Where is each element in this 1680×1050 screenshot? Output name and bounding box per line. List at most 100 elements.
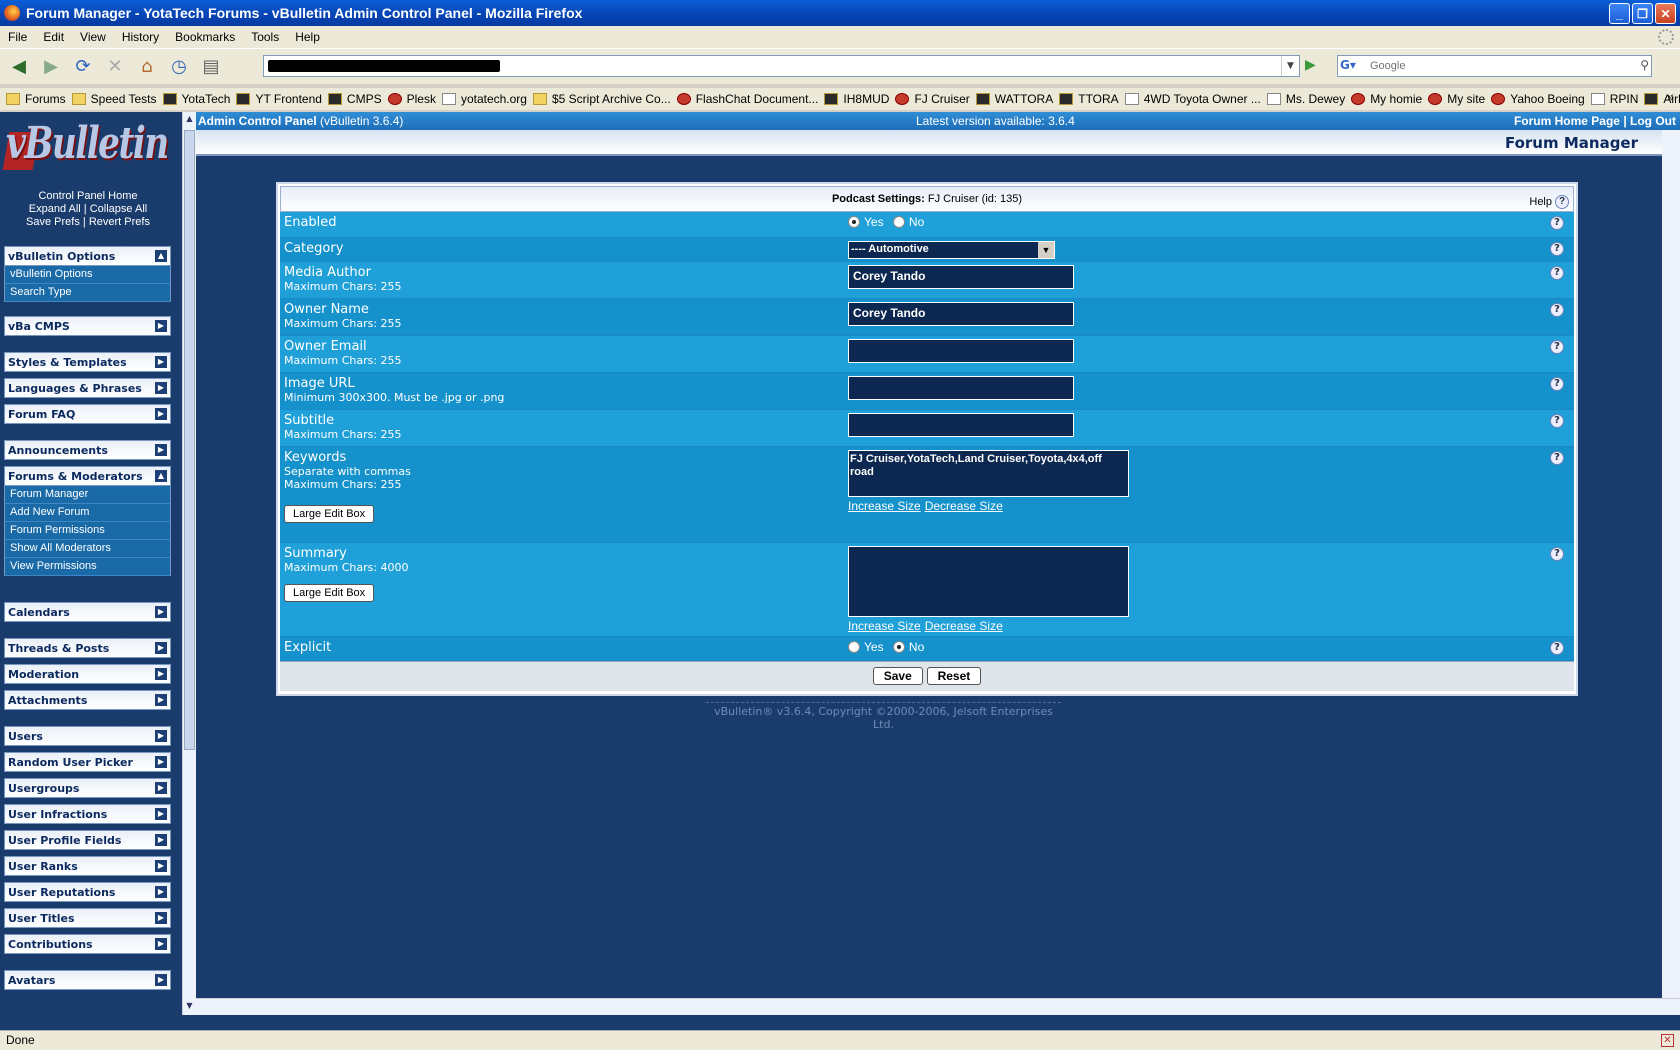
scroll-thumb[interactable]	[184, 130, 195, 750]
expand-icon[interactable]: ▶	[155, 782, 167, 794]
history-clock-icon[interactable]: ◷	[166, 54, 192, 80]
scroll-down-icon[interactable]: ▼	[184, 1001, 195, 1013]
go-icon[interactable]: ▶	[1305, 57, 1327, 77]
bookmark-item[interactable]: Ms. Dewey	[1266, 92, 1345, 106]
bookmark-item[interactable]: 4WD Toyota Owner ...	[1124, 92, 1261, 106]
scroll-up-icon[interactable]: ▲	[184, 114, 195, 126]
menu-history[interactable]: History	[114, 30, 167, 44]
bookmark-item[interactable]: $5 Script Archive Co...	[532, 92, 671, 106]
keywords-increase-size-link[interactable]: Increase Size	[848, 499, 921, 513]
expand-icon[interactable]: ▶	[155, 730, 167, 742]
menu-help[interactable]: Help	[287, 30, 328, 44]
menu-file[interactable]: File	[0, 30, 35, 44]
expand-icon[interactable]: ▶	[155, 860, 167, 872]
owner-name-field[interactable]: Corey Tando	[848, 302, 1074, 326]
nav-group-header[interactable]: Forum FAQ ▶	[4, 404, 171, 424]
keywords-decrease-size-link[interactable]: Decrease Size	[925, 499, 1003, 513]
menu-edit[interactable]: Edit	[35, 30, 72, 44]
menu-tools[interactable]: Tools	[243, 30, 287, 44]
reset-button[interactable]: Reset	[926, 667, 982, 685]
nav-group-header[interactable]: Random User Picker ▶	[4, 752, 171, 772]
menu-bookmarks[interactable]: Bookmarks	[167, 30, 243, 44]
collapse-icon[interactable]: ▲	[155, 250, 167, 262]
nav-item[interactable]: Search Type	[4, 284, 171, 302]
bookmark-item[interactable]: FlashChat Document...	[676, 92, 818, 106]
expand-icon[interactable]: ▶	[155, 834, 167, 846]
nav-group-header[interactable]: User Profile Fields ▶	[4, 830, 171, 850]
bookmark-item[interactable]: Airliners.net	[1644, 92, 1680, 106]
bookmarks-overflow-icon[interactable]: »	[1667, 90, 1674, 104]
address-bar[interactable]: ▼	[263, 55, 1300, 77]
main-scrollbar[interactable]	[1662, 130, 1680, 998]
forum-home-link[interactable]: Forum Home Page	[1514, 114, 1620, 128]
expand-icon[interactable]: ▶	[155, 320, 167, 332]
summary-decrease-size-link[interactable]: Decrease Size	[925, 619, 1003, 633]
keywords-large-edit-button[interactable]: Large Edit Box	[284, 505, 375, 523]
bookmark-item[interactable]: YotaTech	[162, 92, 230, 106]
nav-item[interactable]: Add New Forum	[4, 504, 171, 522]
nav-group-header[interactable]: User Infractions ▶	[4, 804, 171, 824]
menu-view[interactable]: View	[72, 30, 114, 44]
bookmark-item[interactable]: yotatech.org	[441, 92, 527, 106]
help-icon[interactable]: ?	[1550, 340, 1564, 354]
bookmark-item[interactable]: CMPS	[327, 92, 382, 106]
nav-group-header[interactable]: User Reputations ▶	[4, 882, 171, 902]
nav-group-header[interactable]: Moderation ▶	[4, 664, 171, 684]
search-bar[interactable]: G▾ ⚲	[1337, 55, 1652, 77]
bookmark-item[interactable]: Yahoo Boeing	[1491, 92, 1585, 106]
help-icon[interactable]: ?	[1550, 414, 1564, 428]
expand-icon[interactable]: ▶	[155, 974, 167, 986]
control-panel-home-link[interactable]: Control Panel Home	[38, 190, 137, 202]
sidebar-scrollbar[interactable]: ▲ ▼	[182, 112, 196, 1015]
close-button[interactable]: ✕	[1655, 3, 1676, 24]
expand-icon[interactable]: ▶	[155, 694, 167, 706]
nav-group-header[interactable]: Users ▶	[4, 726, 171, 746]
nav-group-header[interactable]: Forums & Moderators ▲	[4, 466, 171, 486]
help-icon[interactable]: ?	[1550, 547, 1564, 561]
bookmark-item[interactable]: Forums	[6, 92, 66, 106]
enabled-no-radio[interactable]: No	[892, 215, 924, 229]
nav-group-header[interactable]: Announcements ▶	[4, 440, 171, 460]
bookmark-item[interactable]: RPIN	[1590, 92, 1638, 106]
nav-item[interactable]: Show All Moderators	[4, 540, 171, 558]
bookmark-item[interactable]: My homie	[1351, 92, 1422, 106]
enabled-yes-radio[interactable]: Yes	[848, 215, 884, 229]
help-link[interactable]: Help?	[1529, 190, 1569, 214]
nav-item[interactable]: View Permissions	[4, 558, 171, 576]
explicit-yes-radio[interactable]: Yes	[848, 640, 884, 654]
help-icon[interactable]: ?	[1550, 303, 1564, 317]
keywords-textarea[interactable]: FJ Cruiser,YotaTech,Land Cruiser,Toyota,…	[848, 450, 1129, 497]
nav-group-header[interactable]: Contributions ▶	[4, 934, 171, 954]
reload-icon[interactable]: ⟳	[70, 54, 96, 80]
help-icon[interactable]: ?	[1550, 266, 1564, 280]
expand-icon[interactable]: ▶	[155, 356, 167, 368]
summary-increase-size-link[interactable]: Increase Size	[848, 619, 921, 633]
nav-group-header[interactable]: Languages & Phrases ▶	[4, 378, 171, 398]
nav-group-header[interactable]: User Titles ▶	[4, 908, 171, 928]
bookmark-item[interactable]: WATTORA	[975, 92, 1053, 106]
summary-textarea[interactable]	[848, 546, 1129, 617]
expand-icon[interactable]: ▶	[155, 408, 167, 420]
expand-icon[interactable]: ▶	[155, 912, 167, 924]
explicit-no-radio[interactable]: No	[892, 640, 924, 654]
maximize-button[interactable]: ❐	[1632, 3, 1653, 24]
bookmark-item[interactable]: IH8MUD	[824, 92, 889, 106]
save-button[interactable]: Save	[872, 667, 923, 685]
search-icon[interactable]: ⚲	[1640, 58, 1649, 72]
address-dropdown-icon[interactable]: ▼	[1281, 56, 1299, 76]
expand-icon[interactable]: ▶	[155, 606, 167, 618]
nav-group-header[interactable]: Usergroups ▶	[4, 778, 171, 798]
nav-group-header[interactable]: Avatars ▶	[4, 970, 171, 990]
summary-large-edit-button[interactable]: Large Edit Box	[284, 584, 375, 602]
help-icon[interactable]: ?	[1555, 195, 1569, 209]
expand-icon[interactable]: ▶	[155, 382, 167, 394]
collapse-all-link[interactable]: Collapse All	[90, 203, 147, 215]
print-icon[interactable]: ▤	[198, 54, 224, 80]
bookmark-item[interactable]: FJ Cruiser	[895, 92, 970, 106]
revert-prefs-link[interactable]: Revert Prefs	[89, 216, 150, 228]
google-engine-icon[interactable]: G▾	[1340, 58, 1368, 74]
bookmark-item[interactable]: Plesk	[387, 92, 436, 106]
minimize-button[interactable]: _	[1609, 3, 1630, 24]
chevron-down-icon[interactable]: ▼	[1038, 242, 1054, 258]
forward-icon[interactable]: ▶	[38, 54, 64, 80]
